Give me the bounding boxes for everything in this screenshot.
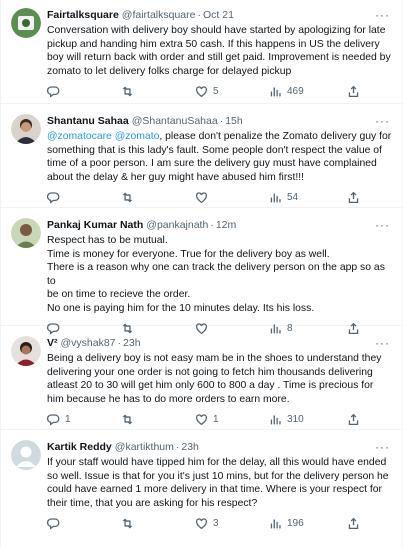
retweet-icon: [122, 86, 133, 97]
author-name[interactable]: Fairtalksquare: [47, 8, 119, 22]
separator-dot: ·: [219, 115, 224, 127]
reply-icon: [47, 414, 60, 426]
views-icon: [270, 519, 281, 529]
reply-feed: Fairtalksquare @fairtalksquare · Oct 21 …: [0, 0, 403, 548]
reply-icon: [47, 192, 60, 204]
tweet-text: Conversation with delivery boy should ha…: [47, 25, 391, 77]
like-icon: [195, 518, 208, 530]
separator-dot: ·: [210, 219, 214, 231]
reply-button[interactable]: 1: [47, 413, 71, 426]
retweet-button[interactable]: [121, 413, 139, 426]
author-handle[interactable]: @ShantanuSahaa: [132, 114, 218, 128]
timestamp[interactable]: 23h: [181, 440, 199, 454]
like-icon: [195, 86, 208, 98]
retweet-icon: [122, 192, 133, 203]
mention-link[interactable]: @zomato: [115, 131, 160, 142]
share-button[interactable]: [347, 413, 360, 426]
author-name[interactable]: Pankaj Kumar Nath: [47, 218, 143, 232]
tweet-actions: 54: [47, 184, 392, 210]
tweet-header: Pankaj Kumar Nath @pankajnath · 12m: [47, 218, 392, 232]
reply-button[interactable]: [47, 85, 65, 98]
reply-icon: [47, 86, 60, 98]
share-button[interactable]: [347, 517, 360, 530]
share-button[interactable]: [347, 85, 360, 98]
like-icon: [195, 414, 208, 426]
avatar[interactable]: [11, 114, 41, 144]
avatar[interactable]: [11, 8, 41, 38]
more-options-icon[interactable]: ···: [375, 114, 390, 128]
tweet-header: Kartik Reddy @kartikthum · 23h: [47, 440, 392, 454]
more-options-icon[interactable]: ···: [375, 336, 390, 350]
tweet-actions: 1 1 310: [47, 406, 392, 432]
author-handle[interactable]: @kartikthum: [115, 440, 174, 454]
views-icon: [270, 415, 281, 425]
tweet[interactable]: Pankaj Kumar Nath @pankajnath · 12m ··· …: [1, 208, 402, 335]
retweet-icon: [122, 414, 133, 425]
tweet-header: V² @vyshak87 · 23h: [47, 336, 392, 350]
author-name[interactable]: Kartik Reddy: [47, 440, 112, 454]
like-button[interactable]: [195, 191, 213, 204]
views-button[interactable]: 54: [269, 191, 298, 204]
share-icon: [348, 191, 359, 203]
tweet[interactable]: Kartik Reddy @kartikthum · 23h ··· If yo…: [1, 430, 402, 548]
views-icon: [270, 193, 281, 203]
more-options-icon[interactable]: ···: [375, 440, 390, 454]
author-handle[interactable]: @pankajnath: [146, 218, 208, 232]
views-icon: [270, 87, 281, 97]
avatar[interactable]: [11, 336, 41, 366]
share-icon: [348, 413, 359, 425]
timestamp[interactable]: Oct 21: [203, 8, 234, 22]
share-icon: [348, 517, 359, 529]
more-options-icon[interactable]: ···: [375, 218, 390, 232]
tweet-header: Shantanu Sahaa @ShantanuSahaa · 15h: [47, 114, 392, 128]
tweet-header: Fairtalksquare @fairtalksquare · Oct 21: [47, 8, 392, 22]
tweet[interactable]: Fairtalksquare @fairtalksquare · Oct 21 …: [1, 0, 402, 104]
share-icon: [348, 85, 359, 97]
tweet[interactable]: V² @vyshak87 · 23h ··· Being a delivery …: [1, 326, 402, 430]
like-button[interactable]: 3: [195, 517, 219, 530]
tweet-actions: 3 196: [47, 510, 392, 536]
mention-link[interactable]: @zomatocare: [47, 131, 112, 142]
retweet-button[interactable]: [121, 191, 139, 204]
like-button[interactable]: 1: [195, 413, 219, 426]
avatar[interactable]: [11, 218, 41, 248]
author-handle[interactable]: @fairtalksquare: [122, 8, 196, 22]
tweet-actions: 5 469: [47, 78, 392, 104]
views-button[interactable]: 310: [269, 413, 304, 426]
timestamp[interactable]: 15h: [225, 114, 243, 128]
author-name[interactable]: V²: [47, 336, 58, 350]
like-icon: [195, 192, 208, 204]
separator-dot: ·: [175, 441, 180, 453]
like-button[interactable]: 5: [195, 85, 219, 98]
tweet[interactable]: Shantanu Sahaa @ShantanuSahaa · 15h ··· …: [1, 104, 402, 208]
tweet-text: If your staff would have tipped him for …: [47, 457, 389, 509]
retweet-icon: [122, 518, 133, 529]
author-handle[interactable]: @vyshak87: [61, 336, 116, 350]
reply-icon: [47, 518, 60, 530]
tweet-text: Respect has to be mutual. Time is money …: [47, 235, 385, 314]
separator-dot: ·: [197, 9, 202, 21]
timestamp[interactable]: 12m: [216, 218, 236, 232]
more-options-icon[interactable]: ···: [375, 8, 390, 22]
share-button[interactable]: [347, 191, 360, 204]
views-button[interactable]: 469: [269, 85, 304, 98]
retweet-button[interactable]: [121, 85, 139, 98]
timestamp[interactable]: 23h: [123, 336, 141, 350]
reply-button[interactable]: [47, 191, 65, 204]
separator-dot: ·: [117, 337, 122, 349]
retweet-button[interactable]: [121, 517, 139, 530]
reply-button[interactable]: [47, 517, 65, 530]
tweet-text: @zomatocare @zomato, please don't penali…: [47, 131, 392, 183]
avatar[interactable]: [11, 440, 41, 470]
tweet-text: Being a delivery boy is not easy mam be …: [47, 353, 382, 405]
author-name[interactable]: Shantanu Sahaa: [47, 114, 129, 128]
views-button[interactable]: 196: [269, 517, 304, 530]
